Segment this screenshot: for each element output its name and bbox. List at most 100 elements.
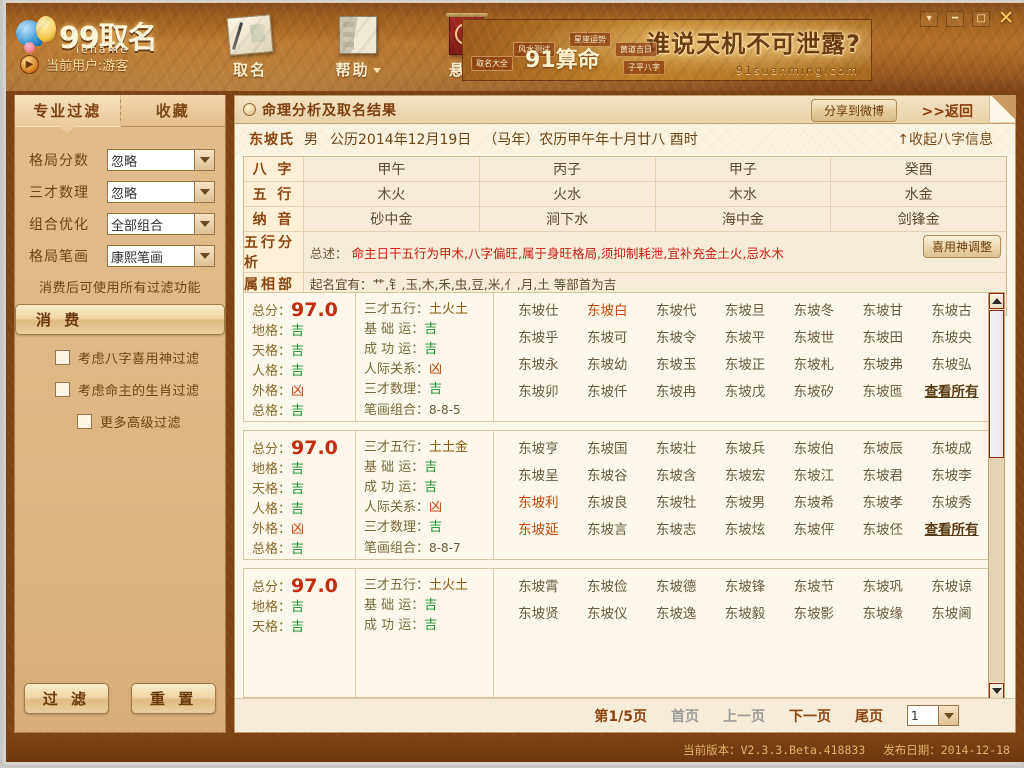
- list-item[interactable]: 东坡白: [573, 299, 642, 319]
- list-item[interactable]: 东坡影: [779, 602, 848, 622]
- scrollbar-track[interactable]: [989, 310, 1004, 682]
- sidebar-tab-favorites[interactable]: 收藏: [120, 95, 225, 127]
- checkbox-row-zodiac[interactable]: 考虑命主的生肖过滤: [55, 380, 225, 399]
- scroll-up-icon[interactable]: [989, 293, 1004, 309]
- list-item[interactable]: 东坡仟: [573, 380, 642, 400]
- chevron-down-icon[interactable]: [372, 68, 381, 73]
- collapse-box-icon[interactable]: ▾: [920, 10, 939, 27]
- toolbar-item-help[interactable]: 帮助: [319, 13, 397, 80]
- list-item[interactable]: 东坡代: [642, 299, 711, 319]
- list-item[interactable]: 东坡正: [711, 353, 780, 373]
- filter-combination-chevron-down-icon[interactable]: [195, 213, 215, 235]
- checkbox-row-advanced[interactable]: 更多高级过滤: [77, 412, 225, 431]
- next-page-button[interactable]: 下一页: [789, 706, 831, 726]
- checkbox-advanced[interactable]: [77, 414, 92, 429]
- list-item[interactable]: 东坡巩: [848, 575, 917, 595]
- scroll-down-icon[interactable]: [989, 683, 1004, 699]
- list-item[interactable]: 东坡玉: [642, 353, 711, 373]
- filter-value-combination[interactable]: 全部组合: [107, 213, 195, 235]
- list-item[interactable]: 东坡宏: [711, 464, 780, 484]
- toolbar-item-naming[interactable]: 取名: [211, 13, 289, 80]
- list-item[interactable]: 东坡男: [711, 491, 780, 511]
- list-item[interactable]: 东坡卯: [504, 380, 573, 400]
- list-item[interactable]: 东坡可: [573, 326, 642, 346]
- list-item[interactable]: 东坡永: [504, 353, 573, 373]
- view-all-link[interactable]: 查看所有: [917, 380, 986, 400]
- list-item[interactable]: 东坡弘: [917, 353, 986, 373]
- list-item[interactable]: 东坡李: [917, 464, 986, 484]
- list-item[interactable]: 东坡冬: [779, 299, 848, 319]
- list-item[interactable]: 东坡江: [779, 464, 848, 484]
- view-all-link[interactable]: 查看所有: [917, 518, 986, 538]
- list-item[interactable]: 东坡匜: [848, 380, 917, 400]
- list-item[interactable]: 东坡炫: [711, 518, 780, 538]
- close-icon[interactable]: ✕: [998, 9, 1014, 28]
- list-item[interactable]: 东坡央: [917, 326, 986, 346]
- promo-banner[interactable]: 谁说天机不可泄露? 取名大全 风水测试 星座运势 黄道吉日 子平八字 91算命 …: [462, 19, 872, 81]
- list-item[interactable]: 东坡乎: [504, 326, 573, 346]
- list-item[interactable]: 东坡札: [779, 353, 848, 373]
- list-item[interactable]: 东坡毅: [711, 602, 780, 622]
- filter-value-score[interactable]: 忽略: [107, 149, 195, 171]
- filter-select-score[interactable]: 忽略: [107, 149, 215, 171]
- list-item[interactable]: 东坡利: [504, 491, 573, 511]
- list-item[interactable]: 东坡伻: [779, 518, 848, 538]
- list-item[interactable]: 东坡呈: [504, 464, 573, 484]
- minimize-icon[interactable]: ━: [946, 10, 965, 27]
- filter-select-combination[interactable]: 全部组合: [107, 213, 215, 235]
- maximize-icon[interactable]: □: [972, 10, 991, 27]
- list-item[interactable]: 东坡令: [642, 326, 711, 346]
- list-item[interactable]: 东坡弗: [848, 353, 917, 373]
- list-item[interactable]: 东坡伾: [848, 518, 917, 538]
- results-scrollbar[interactable]: [988, 292, 1005, 700]
- list-item[interactable]: 东坡牡: [642, 491, 711, 511]
- list-item[interactable]: 东坡贤: [504, 602, 573, 622]
- xiyongshen-adjust-button[interactable]: 喜用神调整: [922, 235, 1001, 258]
- list-item[interactable]: 东坡缘: [848, 602, 917, 622]
- list-item[interactable]: 东坡俭: [573, 575, 642, 595]
- filter-value-sancai[interactable]: 忽略: [107, 181, 195, 203]
- list-item[interactable]: 东坡幼: [573, 353, 642, 373]
- list-item[interactable]: 东坡延: [504, 518, 573, 538]
- list-item[interactable]: 东坡节: [779, 575, 848, 595]
- list-item[interactable]: 东坡逸: [642, 602, 711, 622]
- sidebar-tab-pro-filter[interactable]: 专业过滤: [15, 95, 120, 127]
- list-item[interactable]: 东坡锋: [711, 575, 780, 595]
- list-item[interactable]: 东坡壮: [642, 437, 711, 457]
- collapse-bazi-link[interactable]: ↑收起八字信息: [897, 129, 993, 149]
- list-item[interactable]: 东坡言: [573, 518, 642, 538]
- filter-select-sancai[interactable]: 忽略: [107, 181, 215, 203]
- back-link[interactable]: >>返回: [922, 101, 973, 121]
- page-select[interactable]: 1: [907, 705, 959, 726]
- list-item[interactable]: 东坡谅: [917, 575, 986, 595]
- prev-page-button[interactable]: 上一页: [723, 706, 765, 726]
- checkbox-xiyongshen[interactable]: [55, 350, 70, 365]
- list-item[interactable]: 东坡君: [848, 464, 917, 484]
- checkbox-zodiac[interactable]: [55, 382, 70, 397]
- list-item[interactable]: 东坡孝: [848, 491, 917, 511]
- list-item[interactable]: 东坡含: [642, 464, 711, 484]
- filter-button[interactable]: 过 滤: [23, 683, 109, 714]
- list-item[interactable]: 东坡霄: [504, 575, 573, 595]
- list-item[interactable]: 东坡伯: [779, 437, 848, 457]
- list-item[interactable]: 东坡平: [711, 326, 780, 346]
- list-item[interactable]: 东坡良: [573, 491, 642, 511]
- checkbox-row-xiyongshen[interactable]: 考虑八字喜用神过滤: [55, 348, 225, 367]
- list-item[interactable]: 东坡古: [917, 299, 986, 319]
- scrollbar-thumb[interactable]: [989, 310, 1004, 458]
- list-item[interactable]: 东坡冉: [642, 380, 711, 400]
- list-item[interactable]: 东坡亨: [504, 437, 573, 457]
- reset-button[interactable]: 重 置: [131, 683, 217, 714]
- list-item[interactable]: 东坡辰: [848, 437, 917, 457]
- list-item[interactable]: 东坡希: [779, 491, 848, 511]
- filter-select-strokes[interactable]: 康熙笔画: [107, 245, 215, 267]
- filter-score-chevron-down-icon[interactable]: [195, 149, 215, 171]
- list-item[interactable]: 东坡志: [642, 518, 711, 538]
- list-item[interactable]: 东坡田: [848, 326, 917, 346]
- list-item[interactable]: 东坡旦: [711, 299, 780, 319]
- list-item[interactable]: 东坡甘: [848, 299, 917, 319]
- list-item[interactable]: 东坡德: [642, 575, 711, 595]
- list-item[interactable]: 东坡戊: [711, 380, 780, 400]
- filter-strokes-chevron-down-icon[interactable]: [195, 245, 215, 267]
- page-select-chevron-down-icon[interactable]: [939, 705, 959, 726]
